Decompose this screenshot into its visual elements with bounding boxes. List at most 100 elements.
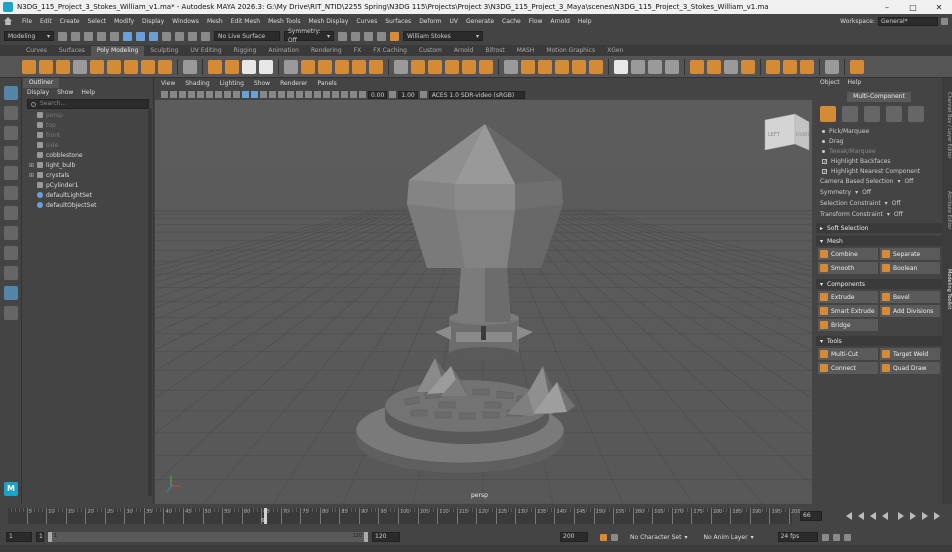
menu-windows[interactable]: Windows: [168, 18, 203, 25]
multi-component-button[interactable]: Multi-Component: [847, 92, 911, 102]
menu-edit-mesh[interactable]: Edit Mesh: [227, 18, 264, 25]
viewport-menu-lighting[interactable]: Lighting: [220, 78, 244, 89]
shelf-tab-rigging[interactable]: Rigging: [228, 46, 263, 56]
viewport-menu-shading[interactable]: Shading: [185, 78, 209, 89]
go-to-end-icon[interactable]: [934, 512, 940, 520]
current-frame-field[interactable]: 66: [800, 511, 822, 521]
gamma-field[interactable]: 1.00: [398, 90, 418, 99]
bridge-button[interactable]: Bridge: [818, 319, 878, 331]
text-tool-icon[interactable]: [242, 59, 256, 74]
radio-icon[interactable]: [822, 129, 825, 133]
select-tool-icon[interactable]: [3, 86, 18, 100]
quad-draw-icon[interactable]: [538, 59, 552, 74]
shelf-tab-xgen[interactable]: XGen: [601, 46, 629, 56]
outliner-item-defaultobjectset[interactable]: defaultObjectSet: [23, 200, 153, 210]
minimize-button[interactable]: –: [874, 3, 900, 12]
menu-deform[interactable]: Deform: [415, 18, 445, 25]
select-object-icon[interactable]: [136, 31, 145, 41]
scale-tool-icon[interactable]: [3, 186, 18, 200]
camera-attributes-icon[interactable]: [170, 91, 177, 98]
grid-toggle-icon[interactable]: [197, 91, 204, 98]
insert-edge-loop-icon[interactable]: [555, 59, 569, 74]
menu-curves[interactable]: Curves: [352, 18, 381, 25]
side-tab-channel-box-layer-editor[interactable]: Channel Box / Layer Editor: [942, 86, 952, 164]
poly-cone-icon[interactable]: [73, 59, 87, 74]
side-tab-attribute-editor[interactable]: Attribute Editor: [942, 171, 952, 249]
workspace-dropdown[interactable]: General*: [878, 16, 938, 26]
outliner-item-top[interactable]: top: [23, 120, 153, 130]
offset-edge-loop-icon[interactable]: [572, 59, 586, 74]
connect-button[interactable]: Connect: [818, 362, 878, 374]
menu-flow[interactable]: Flow: [525, 18, 547, 25]
super-shape-icon[interactable]: [158, 59, 172, 74]
smooth-tool-icon[interactable]: [783, 59, 797, 74]
anti-aliasing-icon[interactable]: [314, 91, 321, 98]
menu-uv[interactable]: UV: [446, 18, 463, 25]
menu-mesh[interactable]: Mesh: [203, 18, 227, 25]
menu-file[interactable]: File: [18, 18, 36, 25]
shelf-tab-animation[interactable]: Animation: [262, 46, 305, 56]
shelf-tab-surfaces[interactable]: Surfaces: [53, 46, 91, 56]
menu-create[interactable]: Create: [56, 18, 84, 25]
target-weld-icon[interactable]: [504, 59, 518, 74]
expand-icon[interactable]: ⊞: [29, 162, 37, 169]
shelf-tab-curves[interactable]: Curves: [20, 46, 53, 56]
outliner-item-crystals[interactable]: ⊞ crystals: [23, 170, 153, 180]
outliner-item-defaultlightset[interactable]: defaultLightSet: [23, 190, 153, 200]
shelf-tab-custom[interactable]: Custom: [413, 46, 448, 56]
single-pane-icon[interactable]: [3, 226, 18, 240]
shelf-tab-uv-editing[interactable]: UV Editing: [184, 46, 227, 56]
uv-mode-icon[interactable]: [908, 106, 924, 122]
outliner-menu-help[interactable]: Help: [81, 88, 95, 98]
live-surface-field[interactable]: No Live Surface: [214, 31, 280, 41]
soften-edge-icon[interactable]: [690, 59, 704, 74]
smooth-shade-icon[interactable]: [251, 91, 258, 98]
menu-edit[interactable]: Edit: [36, 18, 56, 25]
poly-cube-icon[interactable]: [39, 59, 53, 74]
lights-icon[interactable]: [278, 91, 285, 98]
mesh-section-header[interactable]: ▾ Mesh: [816, 236, 942, 246]
resolution-gate-icon[interactable]: [215, 91, 222, 98]
snap-surface-icon[interactable]: [201, 31, 210, 41]
wireframe-icon[interactable]: [242, 91, 249, 98]
outliner-scrollbar[interactable]: [148, 108, 152, 496]
persp-outliner-layout-icon[interactable]: [3, 286, 18, 300]
modeling-toolkit-icon[interactable]: [825, 59, 839, 74]
poly-cylinder-icon[interactable]: [56, 59, 70, 74]
boolean-button[interactable]: Boolean: [880, 262, 940, 274]
bevel-icon[interactable]: [411, 59, 425, 74]
shelf-tab-rendering[interactable]: Rendering: [305, 46, 348, 56]
outliner-search-input[interactable]: Search...: [27, 99, 149, 109]
auto-uv-icon[interactable]: [631, 59, 645, 74]
camera-select-icon[interactable]: [161, 91, 168, 98]
character-set-dropdown[interactable]: No Character Set ▾: [630, 534, 687, 541]
film-gate-icon[interactable]: [206, 91, 213, 98]
range-end-handle[interactable]: [364, 532, 368, 542]
poly-torus-icon[interactable]: [90, 59, 104, 74]
option-highlight-backfaces[interactable]: ✓ Highlight Backfaces: [816, 156, 942, 166]
multi-cut-button[interactable]: Multi-Cut: [818, 348, 878, 360]
xray-icon[interactable]: [332, 91, 339, 98]
toolkit-menu-object[interactable]: Object: [820, 78, 840, 88]
menu-arnold[interactable]: Arnold: [546, 18, 573, 25]
expand-icon[interactable]: ⊞: [29, 172, 37, 179]
fill-hole-icon[interactable]: [445, 59, 459, 74]
menu-modify[interactable]: Modify: [110, 18, 138, 25]
planar-uv-icon[interactable]: [648, 59, 662, 74]
connect-icon[interactable]: [521, 59, 535, 74]
platonic-solid-icon[interactable]: [141, 59, 155, 74]
step-forward-frame-icon[interactable]: [910, 512, 916, 520]
shelf-tab-poly-modeling[interactable]: Poly Modeling: [90, 46, 145, 56]
arnold-render-icon[interactable]: [390, 31, 399, 41]
outliner-menu-display[interactable]: Display: [27, 88, 49, 98]
workspace-lock-icon[interactable]: [941, 17, 948, 25]
poke-icon[interactable]: [479, 59, 493, 74]
outliner-menu-show[interactable]: Show: [57, 88, 73, 98]
auto-key-icon[interactable]: [600, 533, 607, 541]
outliner-tab[interactable]: Outliner: [23, 78, 60, 88]
ambient-occlusion-icon[interactable]: [296, 91, 303, 98]
move-tool-icon[interactable]: [3, 146, 18, 160]
symmetry-row[interactable]: Symmetry ▾ Off: [816, 187, 942, 198]
paint-select-icon[interactable]: [766, 59, 780, 74]
smart-extrude-button[interactable]: Smart Extrude: [818, 305, 878, 317]
